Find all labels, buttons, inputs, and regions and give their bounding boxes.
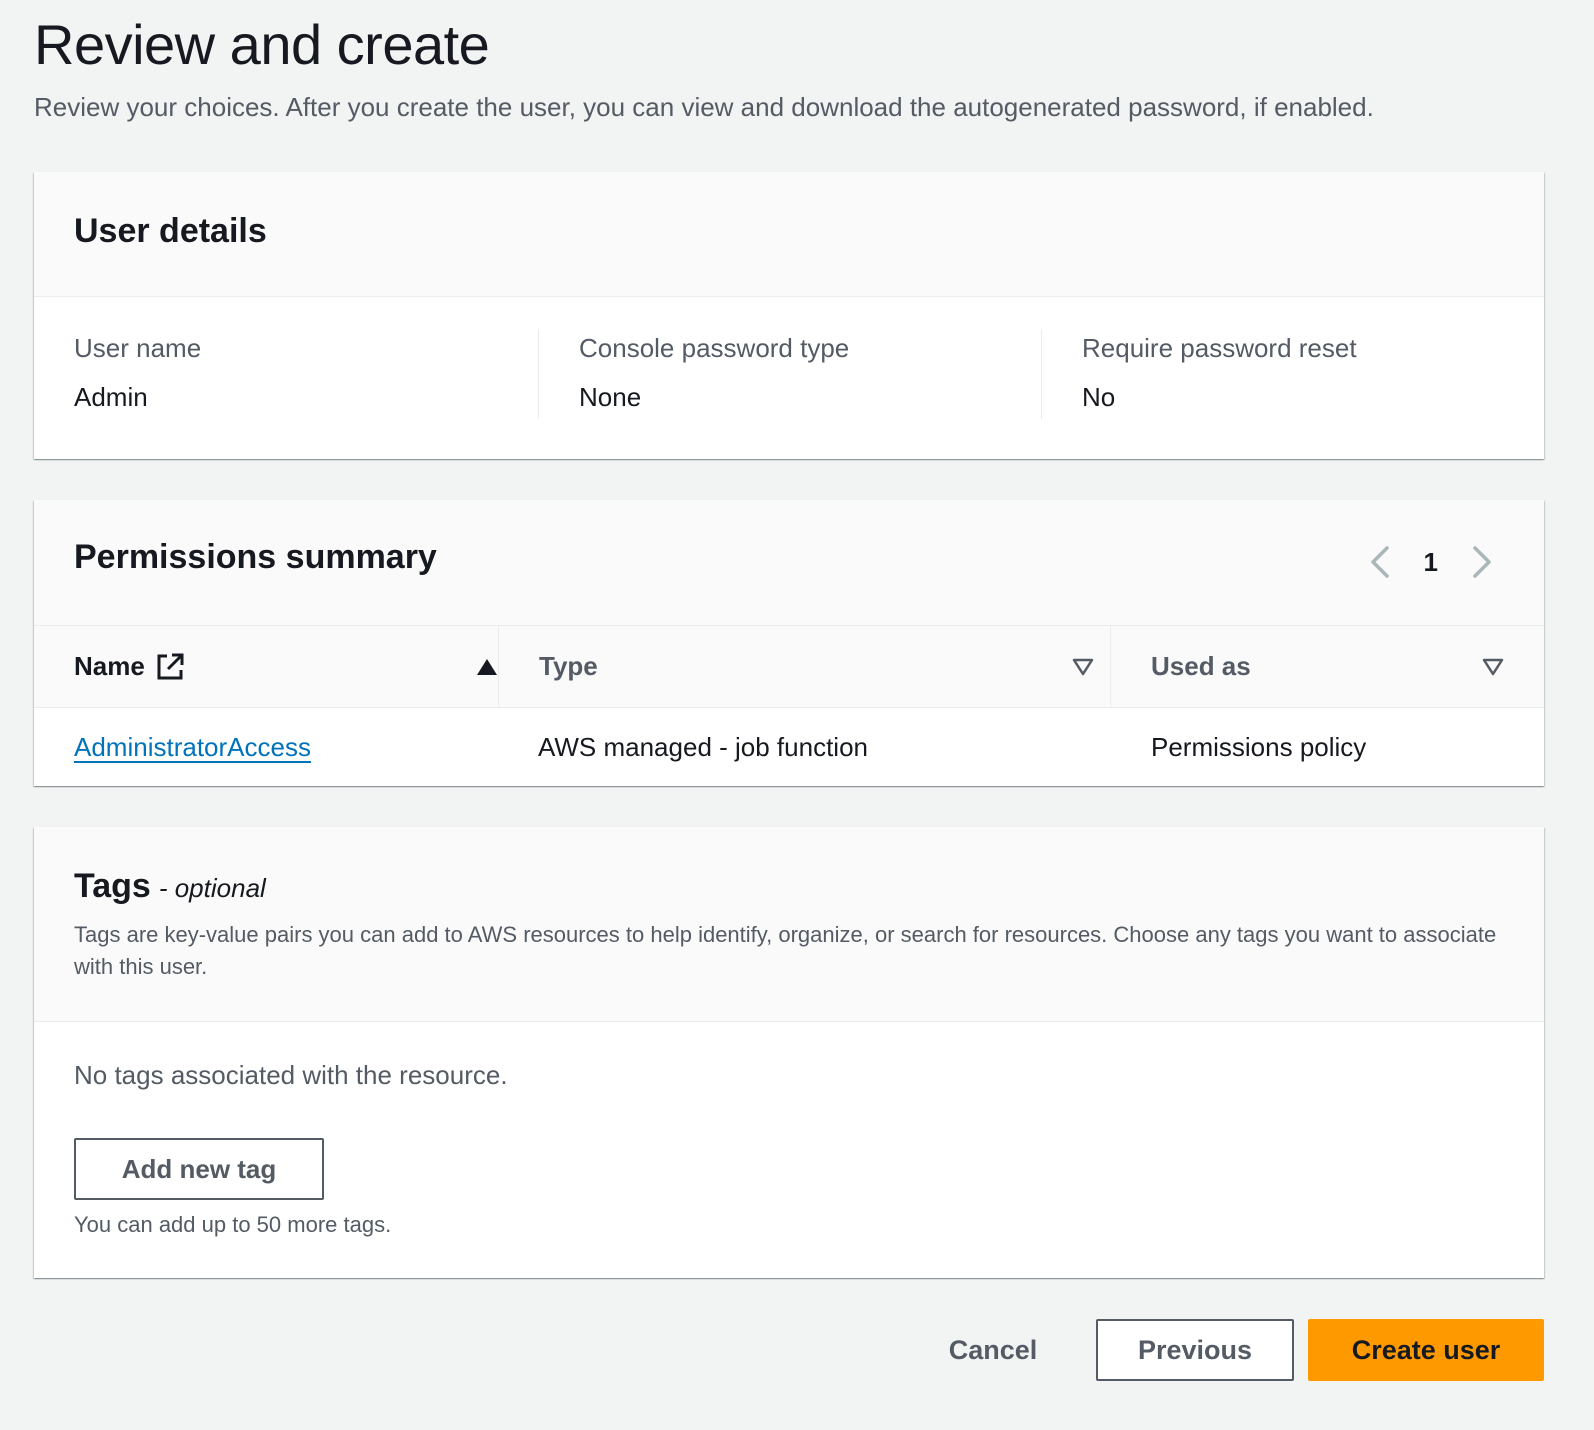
policy-link[interactable]: AdministratorAccess	[74, 732, 311, 763]
user-details-panel: User details User name Admin Console pas…	[34, 172, 1544, 459]
tags-title-text: Tags	[74, 867, 151, 905]
field-require-password-reset: Require password reset No	[1041, 329, 1501, 419]
permissions-header: Permissions summary 1	[34, 500, 1544, 626]
permissions-summary-panel: Permissions summary 1 Name Type Used as …	[34, 500, 1544, 786]
field-label: Require password reset	[1082, 333, 1357, 363]
tags-limit-hint: You can add up to 50 more tags.	[74, 1212, 392, 1237]
page-description: Review your choices. After you create th…	[34, 92, 1374, 122]
field-user-name: User name Admin	[74, 329, 534, 419]
external-link-icon	[155, 652, 185, 682]
field-value: None	[579, 382, 642, 412]
chevron-right-icon[interactable]	[1464, 540, 1500, 584]
column-header-name[interactable]: Name	[74, 626, 498, 707]
tags-empty-text: No tags associated with the resource.	[74, 1060, 508, 1090]
user-details-title: User details	[74, 212, 267, 250]
field-label: Console password type	[579, 333, 850, 363]
sort-descending-outline-icon[interactable]	[1072, 658, 1094, 676]
field-console-password-type: Console password type None	[538, 329, 1000, 419]
column-label: Type	[539, 651, 598, 681]
column-header-type[interactable]: Type	[498, 626, 1110, 707]
tags-panel: Tags - optional Tags are key-value pairs …	[34, 827, 1544, 1278]
cancel-button[interactable]: Cancel	[930, 1320, 1056, 1380]
previous-button[interactable]: Previous	[1096, 1319, 1294, 1381]
create-user-button[interactable]: Create user	[1308, 1319, 1544, 1381]
pagination: 1	[1362, 538, 1500, 586]
sort-ascending-icon[interactable]	[476, 658, 498, 676]
tags-body: No tags associated with the resource. Ad…	[34, 1022, 1544, 1278]
user-details-header: User details	[34, 172, 1544, 297]
field-label: User name	[74, 333, 202, 363]
user-details-fields: User name Admin Console password type No…	[34, 297, 1544, 459]
tags-title: Tags - optional	[74, 867, 266, 906]
policy-type-cell: AWS managed - job function	[538, 732, 868, 762]
field-value: Admin	[74, 382, 148, 412]
column-header-used-as[interactable]: Used as	[1110, 626, 1520, 707]
permissions-title: Permissions summary	[74, 538, 437, 576]
chevron-left-icon[interactable]	[1362, 540, 1398, 584]
tags-header: Tags - optional Tags are key-value pairs …	[34, 827, 1544, 1022]
table-header: Name Type Used as	[34, 626, 1544, 708]
page-number[interactable]: 1	[1424, 547, 1438, 578]
policy-name-cell: AdministratorAccess	[74, 708, 311, 787]
page-title: Review and create	[34, 13, 490, 76]
add-new-tag-button[interactable]: Add new tag	[74, 1138, 324, 1200]
sort-descending-outline-icon[interactable]	[1482, 658, 1504, 676]
policy-used-as-cell: Permissions policy	[1151, 732, 1367, 762]
tags-description: Tags are key-value pairs you can add to …	[74, 922, 1497, 979]
field-value: No	[1082, 382, 1116, 412]
table-row: AdministratorAccess AWS managed - job fu…	[34, 708, 1544, 787]
column-label: Name	[74, 651, 145, 681]
tags-optional-label: - optional	[158, 873, 266, 903]
column-label: Used as	[1151, 651, 1251, 681]
